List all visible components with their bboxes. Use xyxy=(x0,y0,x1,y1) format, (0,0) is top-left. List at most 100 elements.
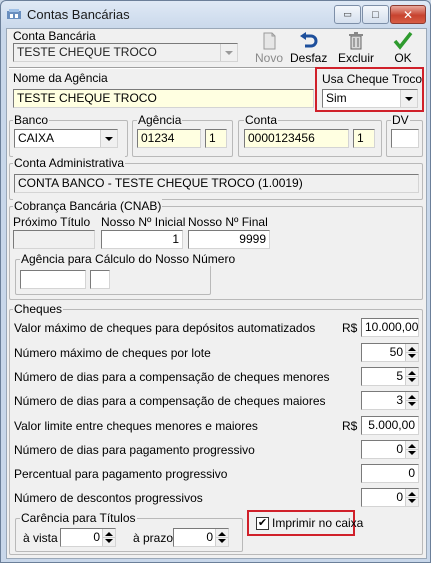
cheque-troco-select[interactable]: Sim xyxy=(322,89,418,108)
desfaz-label: Desfaz xyxy=(290,51,328,65)
checkmark-icon xyxy=(393,31,413,50)
spin-down-icon xyxy=(105,539,113,543)
cheque-troco-dropdown-button[interactable] xyxy=(400,90,417,107)
valor-limite-input[interactable]: 5.000,00 xyxy=(361,416,419,435)
cheques-row-label: Número de descontos progressivos xyxy=(14,491,203,505)
ok-label: OK xyxy=(394,51,412,65)
avista-value: 0 xyxy=(93,530,100,544)
banco-dropdown-button[interactable] xyxy=(100,130,117,147)
dias-maiores-spinner[interactable]: 3 xyxy=(361,391,419,410)
conta-label: Conta xyxy=(244,113,279,127)
agencia-calculo-input[interactable] xyxy=(20,270,86,289)
descontos-progressivos-spinner[interactable]: 0 xyxy=(361,488,419,507)
cheques-row-label: Número de dias para a compensação de che… xyxy=(14,370,330,384)
form-client-area: Conta Bancária TESTE CHEQUE TROCO Novo D… xyxy=(6,28,427,559)
excluir-button[interactable]: Excluir xyxy=(338,31,374,65)
spin-down-icon xyxy=(408,451,416,455)
conta-bancaria-combo[interactable]: TESTE CHEQUE TROCO xyxy=(13,43,238,62)
percentual-progressivo-value: 0 xyxy=(408,466,415,480)
carencia-label: Carência para Títulos xyxy=(20,511,137,525)
contas-bancarias-window: Contas Bancárias ▭ □ ✕ Conta Bancária TE… xyxy=(0,0,431,563)
cheques-label: Cheques xyxy=(13,302,64,316)
agencia-number-input[interactable]: 01234 xyxy=(137,129,201,148)
avista-label: à vista xyxy=(23,531,58,545)
proximo-titulo-label: Próximo Título xyxy=(13,215,91,229)
imprimir-checkbox[interactable]: ✔ xyxy=(256,517,269,530)
valor-limite-value: 5.000,00 xyxy=(368,418,415,432)
conta-administrativa-value: CONTA BANCO - TESTE CHEQUE TROCO (1.0019… xyxy=(18,176,303,190)
aprazo-spinner[interactable]: 0 xyxy=(173,528,229,547)
checkmark-icon: ✔ xyxy=(257,517,268,529)
novo-button[interactable]: Novo xyxy=(251,31,287,65)
cheque-troco-label: Usa Cheque Troco xyxy=(322,72,423,86)
numero-maximo-spinner[interactable]: 50 xyxy=(361,343,419,362)
maximize-button[interactable]: □ xyxy=(362,5,389,24)
spinner-buttons[interactable] xyxy=(405,489,418,506)
dias-menores-spinner[interactable]: 5 xyxy=(361,367,419,386)
chevron-down-icon xyxy=(225,50,233,55)
spinner-buttons[interactable] xyxy=(405,344,418,361)
novo-label: Novo xyxy=(254,51,283,65)
trash-icon xyxy=(349,32,363,50)
nome-agencia-input[interactable]: TESTE CHEQUE TROCO xyxy=(13,89,314,108)
dv-label: DV xyxy=(391,113,410,127)
chevron-down-icon xyxy=(105,136,113,141)
conta-administrativa-field[interactable]: CONTA BANCO - TESTE CHEQUE TROCO (1.0019… xyxy=(14,174,419,193)
conta-administrativa-label: Conta Administrativa xyxy=(13,156,126,170)
banco-label: Banco xyxy=(13,113,50,127)
conta-bancaria-dropdown-button[interactable] xyxy=(220,44,237,61)
agencia-label: Agência xyxy=(137,113,183,127)
maximize-icon: □ xyxy=(372,8,379,21)
conta-bancaria-value: TESTE CHEQUE TROCO xyxy=(17,45,157,59)
desfaz-button[interactable]: Desfaz xyxy=(290,31,328,65)
banco-select[interactable]: CAIXA xyxy=(14,129,118,148)
dias-progressivo-spinner[interactable]: 0 xyxy=(361,440,419,459)
nosso-final-input[interactable]: 9999 xyxy=(188,230,270,249)
spin-up-icon xyxy=(218,532,226,536)
minimize-icon: ▭ xyxy=(343,9,352,19)
close-icon: ✕ xyxy=(402,7,414,22)
spinner-buttons[interactable] xyxy=(405,368,418,385)
aprazo-label: à prazo xyxy=(133,531,174,545)
percentual-progressivo-input[interactable]: 0 xyxy=(361,464,419,483)
spin-up-icon xyxy=(408,492,416,496)
cheque-troco-value: Sim xyxy=(326,91,347,105)
avista-spinner[interactable]: 0 xyxy=(60,528,116,547)
proximo-titulo-field[interactable] xyxy=(13,230,95,249)
nosso-final-value: 9999 xyxy=(239,232,266,246)
conta-digit-value: 1 xyxy=(357,131,364,145)
spinner-buttons[interactable] xyxy=(215,529,228,546)
numero-maximo-value: 50 xyxy=(389,345,403,359)
agencia-calculo-digit-input[interactable] xyxy=(90,270,110,289)
valor-maximo-value: 10.000,00 xyxy=(365,320,419,334)
descontos-progressivos-value: 0 xyxy=(396,490,403,504)
spin-up-icon xyxy=(408,347,416,351)
cheques-row-label: Número de dias para a compensação de che… xyxy=(14,394,326,408)
dias-maiores-value: 3 xyxy=(396,393,403,407)
spinner-buttons[interactable] xyxy=(405,441,418,458)
conta-digit-input[interactable]: 1 xyxy=(353,129,375,148)
cheques-row-label: Número de dias para pagamento progressiv… xyxy=(14,443,255,457)
conta-number-input[interactable]: 0000123456 xyxy=(244,129,349,148)
dv-input[interactable] xyxy=(391,129,419,148)
conta-bancaria-label: Conta Bancária xyxy=(13,29,96,43)
minimize-button[interactable]: ▭ xyxy=(334,5,361,24)
excluir-label: Excluir xyxy=(338,51,375,65)
cheques-row-label: Valor máximo de cheques para depósitos a… xyxy=(14,321,316,335)
spinner-buttons[interactable] xyxy=(102,529,115,546)
currency-label: R$ xyxy=(342,419,358,433)
nosso-inicial-input[interactable]: 1 xyxy=(101,230,183,249)
nosso-final-label: Nosso Nº Final xyxy=(188,215,268,229)
new-document-icon xyxy=(263,32,276,50)
conta-number-value: 0000123456 xyxy=(248,131,315,145)
nosso-inicial-label: Nosso Nº Inicial xyxy=(101,215,186,229)
valor-maximo-input[interactable]: 10.000,00 xyxy=(361,318,419,337)
title-bar: Contas Bancárias ▭ □ ✕ xyxy=(1,1,430,29)
nosso-inicial-value: 1 xyxy=(172,232,179,246)
spin-down-icon xyxy=(408,378,416,382)
cobranca-label: Cobrança Bancária (CNAB) xyxy=(13,199,163,213)
agencia-digit-input[interactable]: 1 xyxy=(205,129,227,148)
close-button[interactable]: ✕ xyxy=(390,5,426,24)
spinner-buttons[interactable] xyxy=(405,392,418,409)
ok-button[interactable]: OK xyxy=(385,31,421,65)
